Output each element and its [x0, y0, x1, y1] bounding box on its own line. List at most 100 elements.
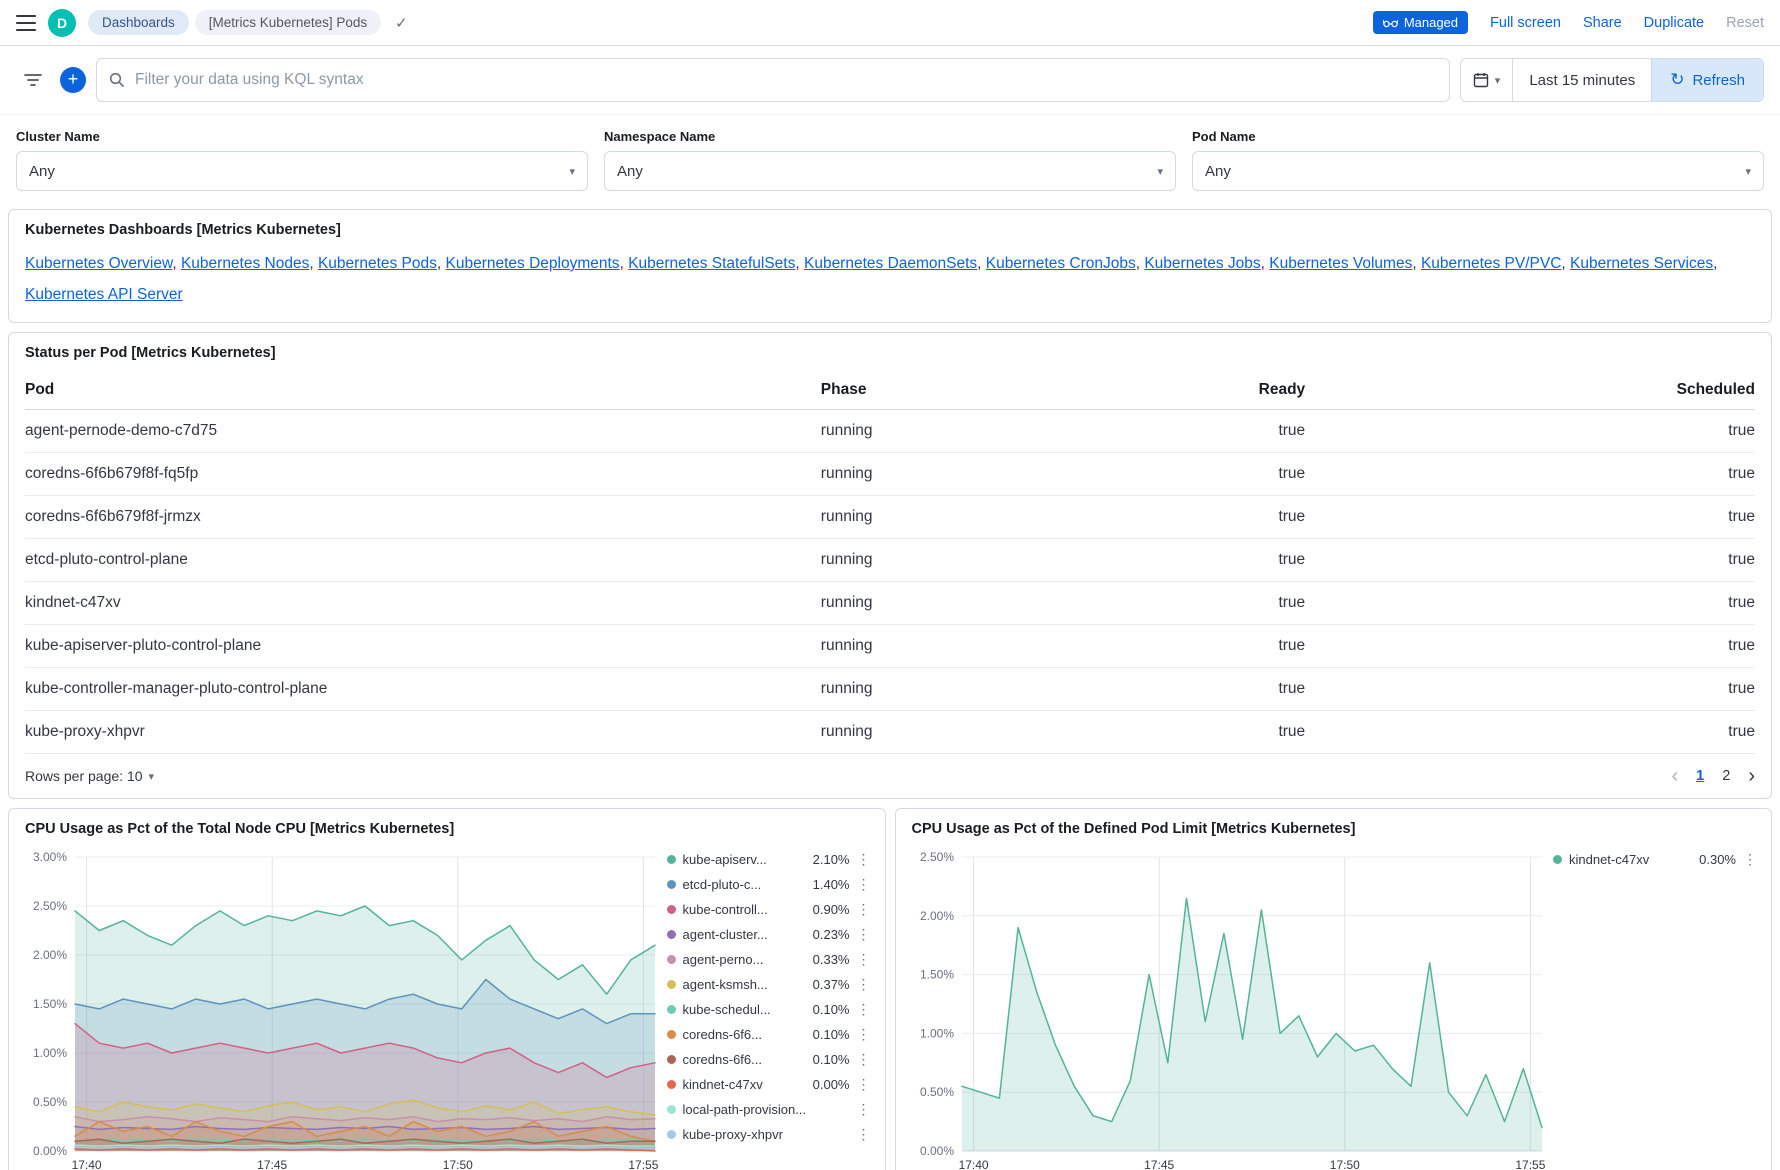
date-picker-calendar-button[interactable]: ▾ — [1461, 59, 1514, 101]
column-header-ready[interactable]: Ready — [1098, 371, 1306, 410]
chart-canvas[interactable]: 0.00%0.50%1.00%1.50%2.00%2.50%17:4020241… — [912, 847, 1550, 1170]
legend-item[interactable]: kube-schedul...0.10%⋮ — [667, 997, 869, 1022]
next-page-button[interactable]: › — [1748, 766, 1755, 786]
dashboard-link[interactable]: Kubernetes CronJobs — [986, 255, 1136, 272]
svg-text:17:45: 17:45 — [257, 1158, 287, 1170]
breadcrumb-dashboards[interactable]: Dashboards — [88, 10, 189, 35]
legend-color-dot — [667, 1005, 676, 1014]
legend-item[interactable]: coredns-6f6...0.10%⋮ — [667, 1047, 869, 1072]
pod-name-select[interactable]: Any ▾ — [1192, 151, 1764, 191]
cell-pod: coredns-6f6b679f8f-jrmzx — [25, 496, 821, 539]
legend-item[interactable]: coredns-6f6...0.10%⋮ — [667, 1022, 869, 1047]
cluster-name-select[interactable]: Any ▾ — [16, 151, 588, 191]
cell-ready: true — [1098, 496, 1306, 539]
column-header-pod[interactable]: Pod — [25, 371, 821, 410]
link-separator: , — [437, 255, 446, 272]
kql-search-box[interactable] — [96, 58, 1450, 102]
cell-phase: running — [821, 453, 1098, 496]
kql-search-input[interactable] — [135, 71, 1437, 89]
dashboard-link[interactable]: Kubernetes Jobs — [1144, 255, 1260, 272]
legend-color-dot — [667, 980, 676, 989]
legend-item[interactable]: etcd-pluto-c...1.40%⋮ — [667, 872, 869, 897]
legend-actions-icon[interactable]: ⋮ — [857, 901, 869, 918]
time-range-button[interactable]: Last 15 minutes — [1513, 59, 1651, 101]
legend-actions-icon[interactable]: ⋮ — [857, 976, 869, 993]
legend-item[interactable]: agent-cluster...0.23%⋮ — [667, 922, 869, 947]
dashboard-link[interactable]: Kubernetes Pods — [318, 255, 437, 272]
table-row: kindnet-c47xvrunningtruetrue — [25, 582, 1755, 625]
legend-item[interactable]: kube-apiserv...2.10%⋮ — [667, 847, 869, 872]
namespace-name-select[interactable]: Any ▾ — [604, 151, 1176, 191]
filter-button[interactable] — [16, 63, 50, 97]
legend-actions-icon[interactable]: ⋮ — [857, 1051, 869, 1068]
space-avatar[interactable]: D — [48, 9, 76, 37]
cpu-node-usage-chart[interactable]: 0.00%0.50%1.00%1.50%2.00%2.50%3.00%17:40… — [25, 847, 663, 1170]
column-header-scheduled[interactable]: Scheduled — [1305, 371, 1755, 410]
refresh-button[interactable]: ↻ Refresh — [1651, 59, 1763, 101]
legend-item[interactable]: kindnet-c47xv0.00%⋮ — [667, 1072, 869, 1097]
legend-item[interactable]: agent-perno...0.33%⋮ — [667, 947, 869, 972]
previous-page-button[interactable]: ‹ — [1672, 766, 1679, 786]
legend-item[interactable]: kube-controll...0.90%⋮ — [667, 897, 869, 922]
svg-text:0.50%: 0.50% — [33, 1095, 67, 1109]
legend-actions-icon[interactable]: ⋮ — [857, 1076, 869, 1093]
legend-item[interactable]: kube-proxy-xhpvr⋮ — [667, 1122, 869, 1147]
full-screen-button[interactable]: Full screen — [1490, 15, 1561, 31]
dashboard-link[interactable]: Kubernetes Deployments — [446, 255, 620, 272]
status-per-pod-panel: Status per Pod [Metrics Kubernetes] Pod … — [8, 332, 1772, 799]
legend-color-dot — [1553, 855, 1562, 864]
dashboard-link[interactable]: Kubernetes DaemonSets — [804, 255, 977, 272]
breadcrumb-current-dashboard[interactable]: [Metrics Kubernetes] Pods — [195, 10, 381, 35]
legend-item[interactable]: local-path-provision...⋮ — [667, 1097, 869, 1122]
legend-value: 0.10% — [813, 1052, 850, 1067]
cell-ready: true — [1098, 625, 1306, 668]
cpu-pod-limit-usage-chart[interactable]: 0.00%0.50%1.00%1.50%2.00%2.50%17:4020241… — [912, 847, 1550, 1170]
cell-phase: running — [821, 582, 1098, 625]
dashboard-link[interactable]: Kubernetes PV/PVC — [1421, 255, 1561, 272]
cell-ready: true — [1098, 711, 1306, 754]
chart-canvas[interactable]: 0.00%0.50%1.00%1.50%2.00%2.50%3.00%17:40… — [25, 847, 663, 1170]
dashboard-link[interactable]: Kubernetes Services — [1570, 255, 1713, 272]
cpu-pod-limit-usage-panel: CPU Usage as Pct of the Defined Pod Limi… — [895, 808, 1773, 1170]
breadcrumb: Dashboards [Metrics Kubernetes] Pods ✓ — [88, 10, 408, 35]
legend-actions-icon[interactable]: ⋮ — [857, 951, 869, 968]
chevron-down-icon: ▾ — [149, 770, 155, 783]
svg-text:17:55: 17:55 — [628, 1158, 658, 1170]
svg-text:17:50: 17:50 — [1329, 1158, 1359, 1170]
dashboard-link[interactable]: Kubernetes StatefulSets — [628, 255, 795, 272]
duplicate-button[interactable]: Duplicate — [1644, 15, 1704, 31]
reset-button[interactable]: Reset — [1726, 15, 1764, 31]
dashboard-link[interactable]: Kubernetes API Server — [25, 286, 183, 303]
svg-text:2.50%: 2.50% — [919, 850, 953, 864]
legend-actions-icon[interactable]: ⋮ — [857, 1126, 869, 1143]
legend-actions-icon[interactable]: ⋮ — [857, 876, 869, 893]
rows-per-page-button[interactable]: Rows per page: 10 ▾ — [25, 768, 154, 784]
add-filter-button[interactable]: + — [60, 67, 86, 93]
legend-actions-icon[interactable]: ⋮ — [857, 1026, 869, 1043]
chart-legend: kindnet-c47xv0.30%⋮ — [1549, 847, 1755, 872]
legend-item[interactable]: agent-ksmsh...0.37%⋮ — [667, 972, 869, 997]
menu-hamburger-icon[interactable] — [16, 15, 36, 31]
legend-label: kindnet-c47xv — [1569, 852, 1649, 867]
legend-actions-icon[interactable]: ⋮ — [1743, 851, 1755, 868]
managed-badge[interactable]: Managed — [1373, 11, 1468, 34]
legend-label: kube-schedul... — [683, 1002, 771, 1017]
link-separator: , — [795, 255, 804, 272]
cell-scheduled: true — [1305, 496, 1755, 539]
legend-actions-icon[interactable]: ⋮ — [857, 926, 869, 943]
legend-actions-icon[interactable]: ⋮ — [857, 1001, 869, 1018]
legend-label: kube-apiserv... — [683, 852, 767, 867]
dashboard-link[interactable]: Kubernetes Volumes — [1269, 255, 1412, 272]
column-header-phase[interactable]: Phase — [821, 371, 1098, 410]
legend-item[interactable]: kindnet-c47xv0.30%⋮ — [1553, 847, 1755, 872]
legend-actions-icon[interactable]: ⋮ — [857, 851, 869, 868]
cell-pod: agent-pernode-demo-c7d75 — [25, 410, 821, 453]
dashboard-link[interactable]: Kubernetes Nodes — [181, 255, 309, 272]
page-1-button[interactable]: 1 — [1696, 768, 1704, 784]
page-2-button[interactable]: 2 — [1722, 768, 1730, 784]
svg-text:17:40: 17:40 — [958, 1158, 988, 1170]
table-row: kube-apiserver-pluto-control-planerunnin… — [25, 625, 1755, 668]
dashboard-link[interactable]: Kubernetes Overview — [25, 255, 172, 272]
legend-actions-icon[interactable]: ⋮ — [857, 1101, 869, 1118]
share-button[interactable]: Share — [1583, 15, 1622, 31]
